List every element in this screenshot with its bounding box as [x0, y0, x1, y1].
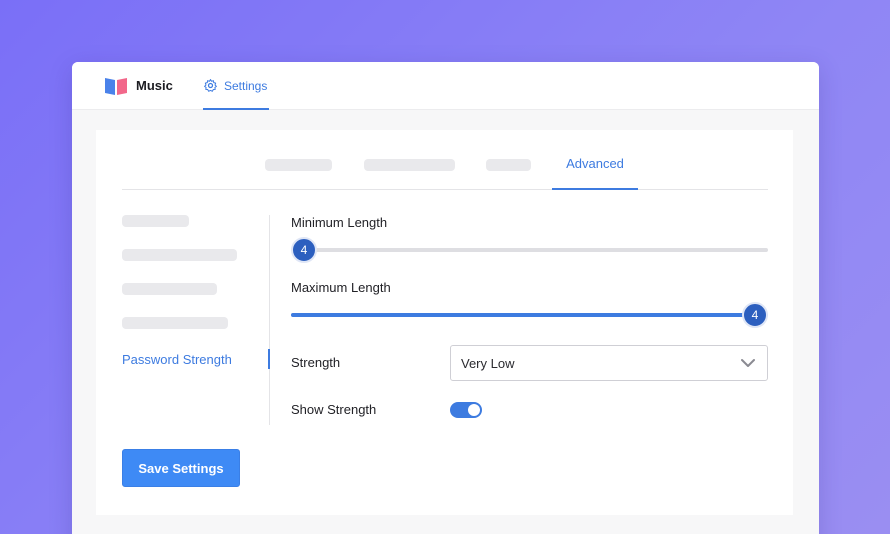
- toggle-knob: [468, 404, 480, 416]
- strength-label: Strength: [291, 355, 341, 370]
- strength-select-value: Very Low: [461, 356, 515, 371]
- sidebar-placeholder-3[interactable]: [122, 283, 217, 295]
- show-strength-toggle[interactable]: [450, 402, 482, 418]
- min-length-slider[interactable]: [291, 248, 768, 252]
- tab-advanced[interactable]: Advanced: [552, 150, 638, 190]
- show-strength-label: Show Strength: [291, 402, 377, 417]
- save-settings-button[interactable]: Save Settings: [122, 449, 240, 487]
- tab-bar: Advanced: [122, 130, 768, 190]
- gear-icon: [204, 79, 217, 92]
- tab-advanced-label: Advanced: [566, 156, 624, 171]
- max-length-fill: [291, 313, 768, 317]
- min-length-knob[interactable]: 4: [291, 237, 317, 263]
- min-length-label: Minimum Length: [291, 215, 388, 230]
- settings-panel: Advanced Password Strength Minimum Lengt…: [96, 130, 793, 515]
- sidebar-placeholder-2[interactable]: [122, 249, 237, 261]
- sidebar-placeholder-4[interactable]: [122, 317, 228, 329]
- sidebar-placeholder-1[interactable]: [122, 215, 189, 227]
- chevron-down-icon: [741, 359, 755, 367]
- sidebar-active-indicator: [268, 349, 270, 369]
- sidebar-item-password-strength[interactable]: Password Strength: [122, 352, 232, 367]
- tab-placeholder-2[interactable]: [364, 159, 455, 171]
- app-window: Music Settings Advanced Password Strengt…: [72, 62, 819, 534]
- app-name: Music: [136, 78, 173, 93]
- sidebar-divider: [269, 215, 270, 425]
- max-length-slider[interactable]: [291, 313, 768, 317]
- max-length-label: Maximum Length: [291, 280, 391, 295]
- tab-placeholder-3[interactable]: [486, 159, 531, 171]
- nav-settings-label: Settings: [224, 79, 268, 93]
- strength-select[interactable]: Very Low: [450, 345, 768, 381]
- top-bar: Music Settings: [72, 62, 819, 110]
- max-length-knob[interactable]: 4: [742, 302, 768, 328]
- tab-placeholder-1[interactable]: [265, 159, 332, 171]
- book-icon: [105, 78, 127, 95]
- nav-settings[interactable]: Settings: [203, 62, 269, 110]
